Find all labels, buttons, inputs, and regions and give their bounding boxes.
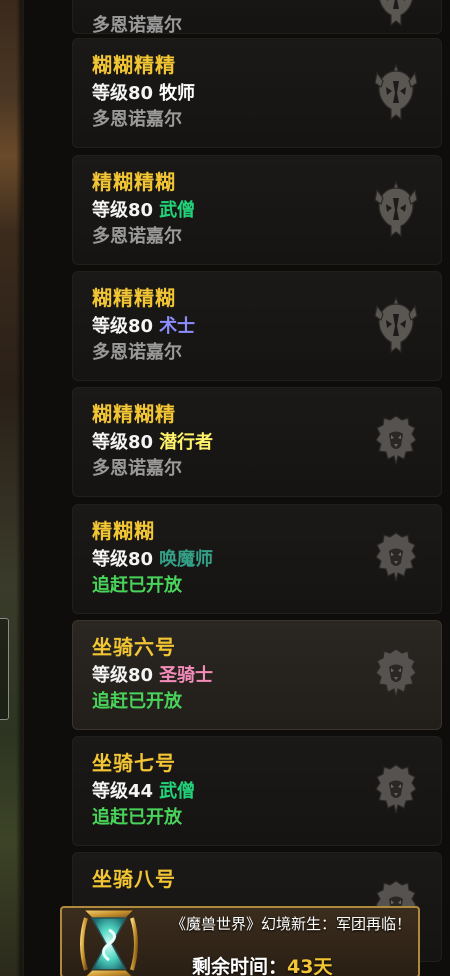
character-select-screen: 多恩诺嘉尔 糊糊精精 等级80 牧师 多恩诺嘉尔 精糊精糊 等级80 武僧 多恩诺嘉… [0, 0, 450, 976]
character-realm: 多恩诺嘉尔 [92, 15, 182, 36]
character-list-panel: 多恩诺嘉尔 糊糊精精 等级80 牧师 多恩诺嘉尔 精糊精糊 等级80 武僧 多恩诺嘉… [22, 0, 450, 976]
character-class: 潜行者 [159, 432, 214, 453]
character-card[interactable]: 糊糊精精 等级80 牧师 多恩诺嘉尔 [72, 38, 442, 148]
character-card[interactable]: 精糊精糊 等级80 武僧 多恩诺嘉尔 [72, 155, 442, 265]
catchup-status: 追赶已开放 [92, 807, 182, 828]
character-level: 等级80 术士 [92, 316, 196, 337]
alliance-lion-icon [373, 645, 419, 705]
legion-remix-hourglass-icon [76, 908, 142, 976]
horde-icon [373, 0, 419, 29]
character-class: 唤魔师 [159, 549, 214, 570]
catchup-status: 追赶已开放 [92, 691, 182, 712]
character-card[interactable]: 精糊糊 等级80 唤魔师 追赶已开放 [72, 504, 442, 614]
character-realm: 多恩诺嘉尔 [92, 342, 182, 363]
character-level: 等级80 潜行者 [92, 432, 214, 453]
character-class: 武僧 [159, 200, 196, 221]
remaining-days: 43天 [287, 956, 333, 976]
character-class: 武僧 [159, 781, 196, 802]
character-level: 等级80 牧师 [92, 83, 196, 104]
background-scenery [0, 0, 22, 976]
character-class: 圣骑士 [159, 665, 214, 686]
character-name: 坐骑六号 [92, 635, 176, 659]
side-panel-tab[interactable] [0, 618, 9, 720]
event-title: 《魔兽世界》幻境新生：军团再临！ [170, 915, 411, 933]
catchup-status: 追赶已开放 [92, 575, 182, 596]
event-banner[interactable]: 《魔兽世界》幻境新生：军团再临！ 剩余时间：43天 [60, 906, 420, 976]
character-realm: 多恩诺嘉尔 [92, 109, 182, 130]
character-card[interactable]: 糊精精糊 等级80 术士 多恩诺嘉尔 [72, 271, 442, 381]
character-name: 坐骑七号 [92, 751, 176, 775]
character-level: 等级80 唤魔师 [92, 549, 214, 570]
alliance-lion-icon [373, 761, 419, 821]
character-card[interactable]: 糊精糊精 等级80 潜行者 多恩诺嘉尔 [72, 387, 442, 497]
character-level: 等级80 圣骑士 [92, 665, 214, 686]
character-name: 坐骑八号 [92, 867, 176, 891]
character-card-selected[interactable]: 坐骑六号 等级80 圣骑士 追赶已开放 [72, 620, 442, 730]
horde-icon [373, 63, 419, 123]
character-class: 术士 [159, 316, 196, 337]
character-name: 糊糊精精 [92, 53, 176, 77]
character-class: 牧师 [159, 83, 196, 104]
character-name: 精糊糊 [92, 519, 155, 543]
horde-icon [373, 180, 419, 240]
character-card[interactable]: 多恩诺嘉尔 [72, 0, 442, 36]
character-realm: 多恩诺嘉尔 [92, 458, 182, 479]
alliance-lion-icon [373, 529, 419, 589]
horde-icon [373, 296, 419, 356]
character-name: 糊精糊精 [92, 402, 176, 426]
character-level [92, 0, 98, 6]
event-remaining-time: 剩余时间：43天 [192, 956, 333, 976]
character-name: 精糊精糊 [92, 170, 176, 194]
character-realm: 多恩诺嘉尔 [92, 226, 182, 247]
character-card[interactable]: 坐骑七号 等级44 武僧 追赶已开放 [72, 736, 442, 846]
alliance-lion-icon [373, 412, 419, 472]
character-level: 等级44 武僧 [92, 781, 196, 802]
character-level: 等级80 武僧 [92, 200, 196, 221]
character-name: 糊精精糊 [92, 286, 176, 310]
